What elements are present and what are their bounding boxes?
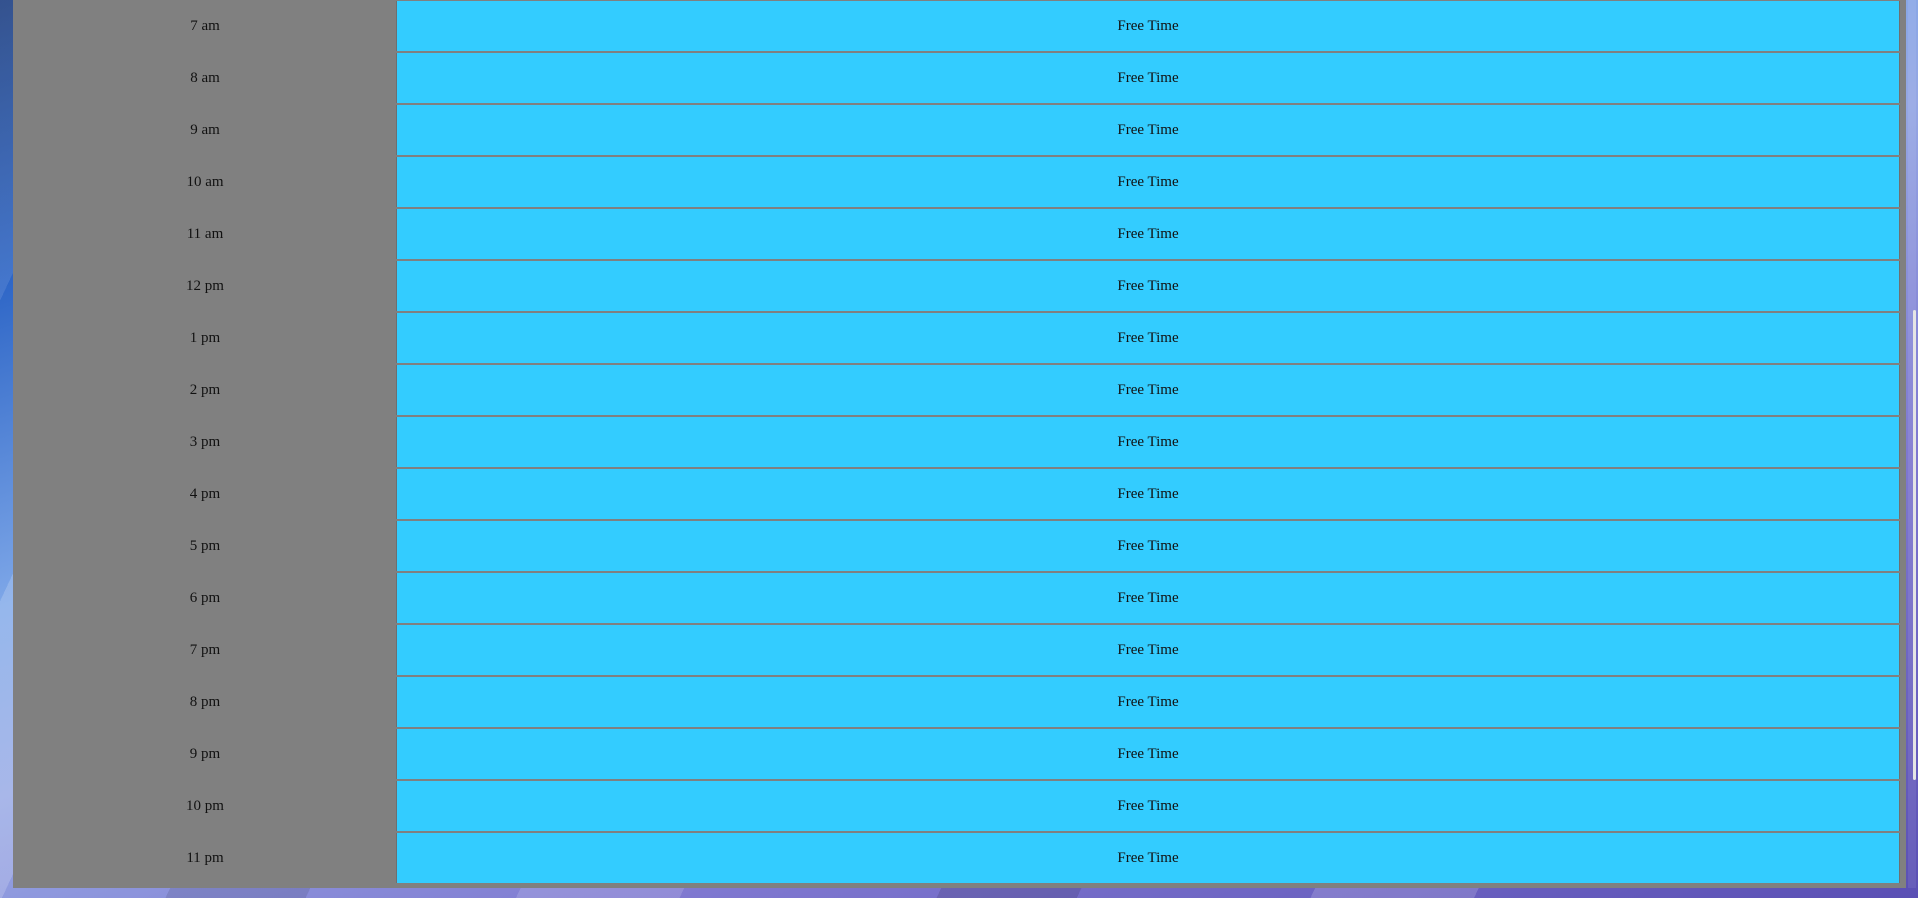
time-label: 9 am <box>190 122 220 138</box>
schedule-row: 12 pm Free Time <box>13 260 1906 312</box>
schedule-row: 3 pm Free Time <box>13 416 1906 468</box>
schedule-row: 4 pm Free Time <box>13 468 1906 520</box>
time-label: 7 pm <box>189 642 221 658</box>
daily-schedule: 7 am Free Time 8 am Free Time 9 am Free … <box>13 0 1906 888</box>
time-label: 11 am <box>186 226 224 242</box>
schedule-row: 2 pm Free Time <box>13 364 1906 416</box>
schedule-row: 11 pm Free Time <box>13 832 1906 884</box>
time-label: 12 pm <box>186 278 224 294</box>
time-slot[interactable]: Free Time <box>396 53 1900 103</box>
schedule-row: 8 am Free Time <box>13 52 1906 104</box>
schedule-row: 9 am Free Time <box>13 104 1906 156</box>
schedule-row: 1 pm Free Time <box>13 312 1906 364</box>
time-label: 3 pm <box>189 434 221 450</box>
time-label: 6 pm <box>189 590 221 606</box>
time-slot[interactable]: Free Time <box>396 729 1900 779</box>
schedule-row: 11 am Free Time <box>13 208 1906 260</box>
time-slot[interactable]: Free Time <box>396 573 1900 623</box>
time-slot[interactable]: Free Time <box>396 1 1900 51</box>
time-slot[interactable]: Free Time <box>396 209 1900 259</box>
time-label: 10 pm <box>186 798 224 814</box>
schedule-row: 6 pm Free Time <box>13 572 1906 624</box>
time-label: 4 pm <box>189 486 221 502</box>
time-slot[interactable]: Free Time <box>396 365 1900 415</box>
time-label: 9 pm <box>189 746 221 762</box>
schedule-row: 8 pm Free Time <box>13 676 1906 728</box>
time-label: 8 am <box>190 70 220 86</box>
time-slot[interactable]: Free Time <box>396 833 1900 883</box>
time-slot[interactable]: Free Time <box>396 105 1900 155</box>
time-slot[interactable]: Free Time <box>396 781 1900 831</box>
time-slot[interactable]: Free Time <box>396 417 1900 467</box>
time-label: 10 am <box>186 174 224 190</box>
time-slot[interactable]: Free Time <box>396 521 1900 571</box>
scrollbar-thumb[interactable] <box>1913 310 1916 780</box>
time-label: 1 pm <box>189 330 221 346</box>
time-label: 11 pm <box>186 850 224 866</box>
time-slot[interactable]: Free Time <box>396 313 1900 363</box>
schedule-row: 9 pm Free Time <box>13 728 1906 780</box>
schedule-row: 5 pm Free Time <box>13 520 1906 572</box>
time-slot[interactable]: Free Time <box>396 625 1900 675</box>
time-slot[interactable]: Free Time <box>396 261 1900 311</box>
time-label: 7 am <box>190 18 220 34</box>
schedule-row: 7 am Free Time <box>13 0 1906 52</box>
time-label: 8 pm <box>189 694 221 710</box>
time-label: 5 pm <box>189 538 221 554</box>
schedule-row: 10 am Free Time <box>13 156 1906 208</box>
time-label: 2 pm <box>189 382 221 398</box>
schedule-row: 10 pm Free Time <box>13 780 1906 832</box>
schedule-row: 7 pm Free Time <box>13 624 1906 676</box>
time-slot[interactable]: Free Time <box>396 157 1900 207</box>
time-slot[interactable]: Free Time <box>396 469 1900 519</box>
time-slot[interactable]: Free Time <box>396 677 1900 727</box>
